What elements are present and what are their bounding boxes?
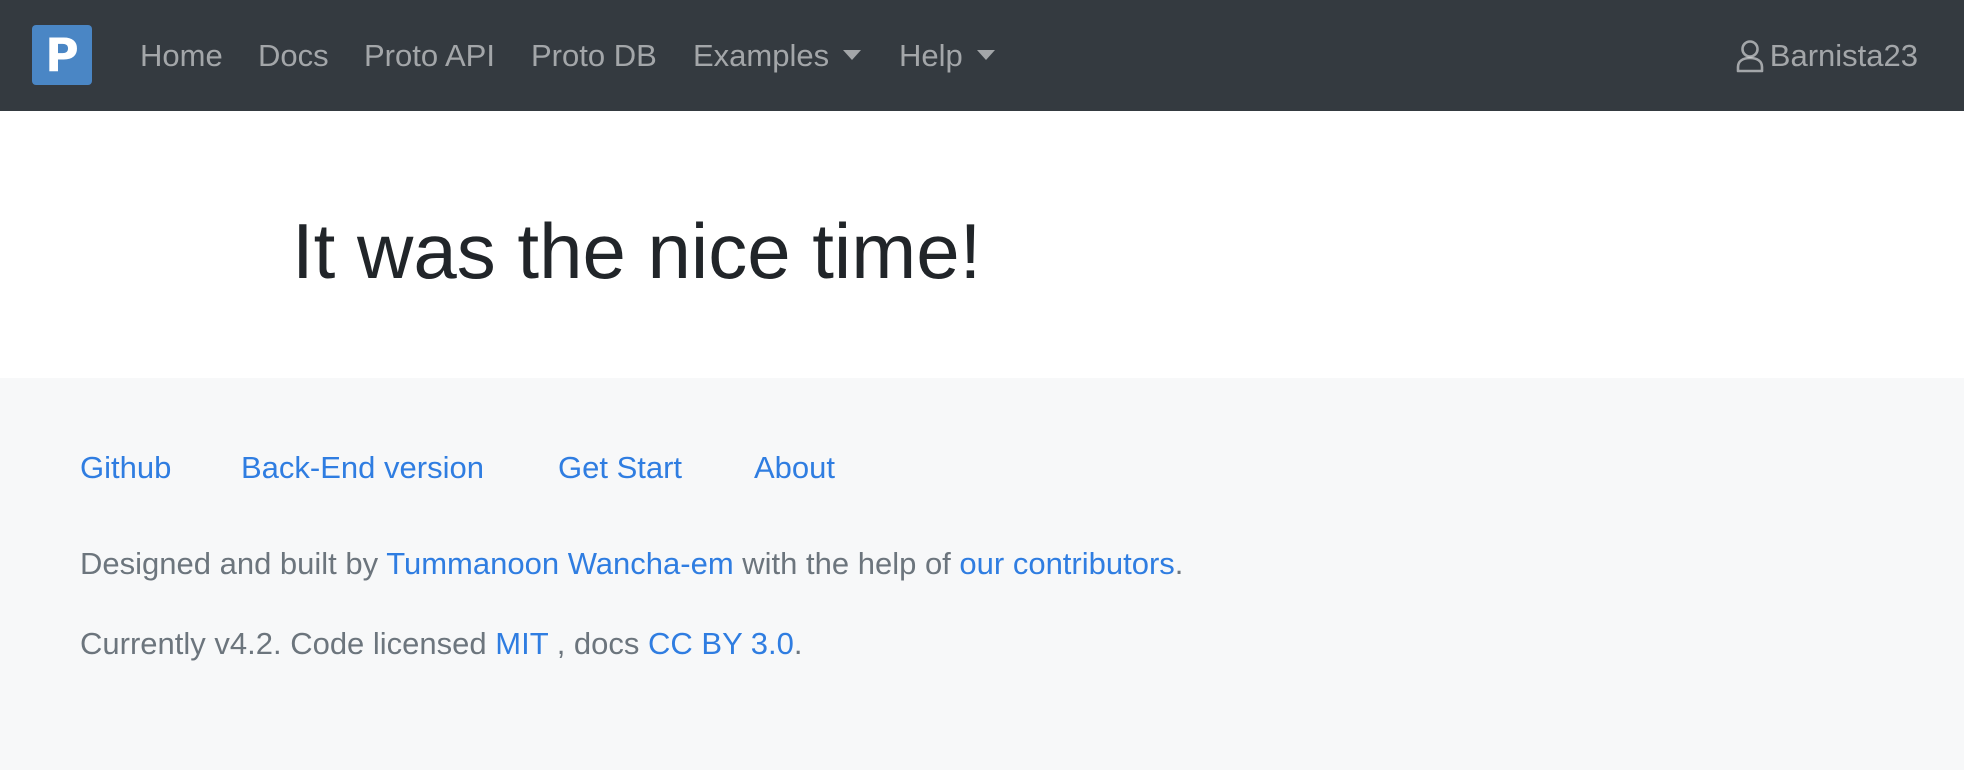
cc-license-link[interactable]: CC BY 3.0	[648, 626, 794, 661]
nav-help-label: Help	[899, 38, 963, 73]
footer-link-about[interactable]: About	[754, 448, 835, 488]
credit-suffix: .	[1174, 546, 1184, 581]
nav-home-label: Home	[140, 38, 223, 73]
hero-title: It was the nice time!	[292, 207, 982, 295]
footer-credit-line: Designed and built by Tummanoon Wancha-e…	[80, 544, 1183, 584]
user-menu[interactable]: Barnista23	[1736, 36, 1918, 76]
caret-down-icon	[976, 49, 995, 60]
license-middle: , docs	[548, 626, 649, 661]
credit-middle: with the help of	[733, 546, 960, 581]
footer-link-get-start[interactable]: Get Start	[558, 448, 682, 488]
footer-link-back-end-version[interactable]: Back-End version	[241, 448, 484, 488]
license-suffix: .	[793, 626, 803, 661]
nav-home[interactable]: Home	[140, 36, 223, 76]
footer: Github Back-End version Get Start About …	[0, 378, 1964, 770]
person-icon	[1736, 40, 1764, 73]
footer-link-github[interactable]: Github	[80, 448, 171, 488]
nav-docs[interactable]: Docs	[258, 36, 329, 76]
license-prefix: Currently v4.2. Code licensed	[80, 626, 496, 661]
top-navbar: P Home Docs Proto API Proto DB Examples …	[0, 0, 1964, 111]
nav-examples-dropdown[interactable]: Examples	[693, 36, 862, 76]
nav-proto-api[interactable]: Proto API	[364, 36, 495, 76]
user-name: Barnista23	[1769, 38, 1918, 73]
caret-down-icon	[843, 49, 862, 60]
footer-license-line: Currently v4.2. Code licensed MIT , docs…	[80, 624, 803, 664]
nav-proto-db[interactable]: Proto DB	[531, 36, 657, 76]
author-link[interactable]: Tummanoon Wancha-em	[386, 546, 733, 581]
brand-logo[interactable]: P	[32, 25, 92, 85]
nav-help-dropdown[interactable]: Help	[899, 36, 995, 76]
nav-examples-label: Examples	[693, 38, 830, 73]
nav-docs-label: Docs	[258, 38, 329, 73]
contributors-link[interactable]: our contributors	[959, 546, 1174, 581]
hero-section: It was the nice time!	[0, 111, 1964, 378]
mit-license-link[interactable]: MIT	[495, 626, 548, 661]
nav-proto-api-label: Proto API	[364, 38, 495, 73]
credit-prefix: Designed and built by	[80, 546, 387, 581]
nav-proto-db-label: Proto DB	[531, 38, 657, 73]
